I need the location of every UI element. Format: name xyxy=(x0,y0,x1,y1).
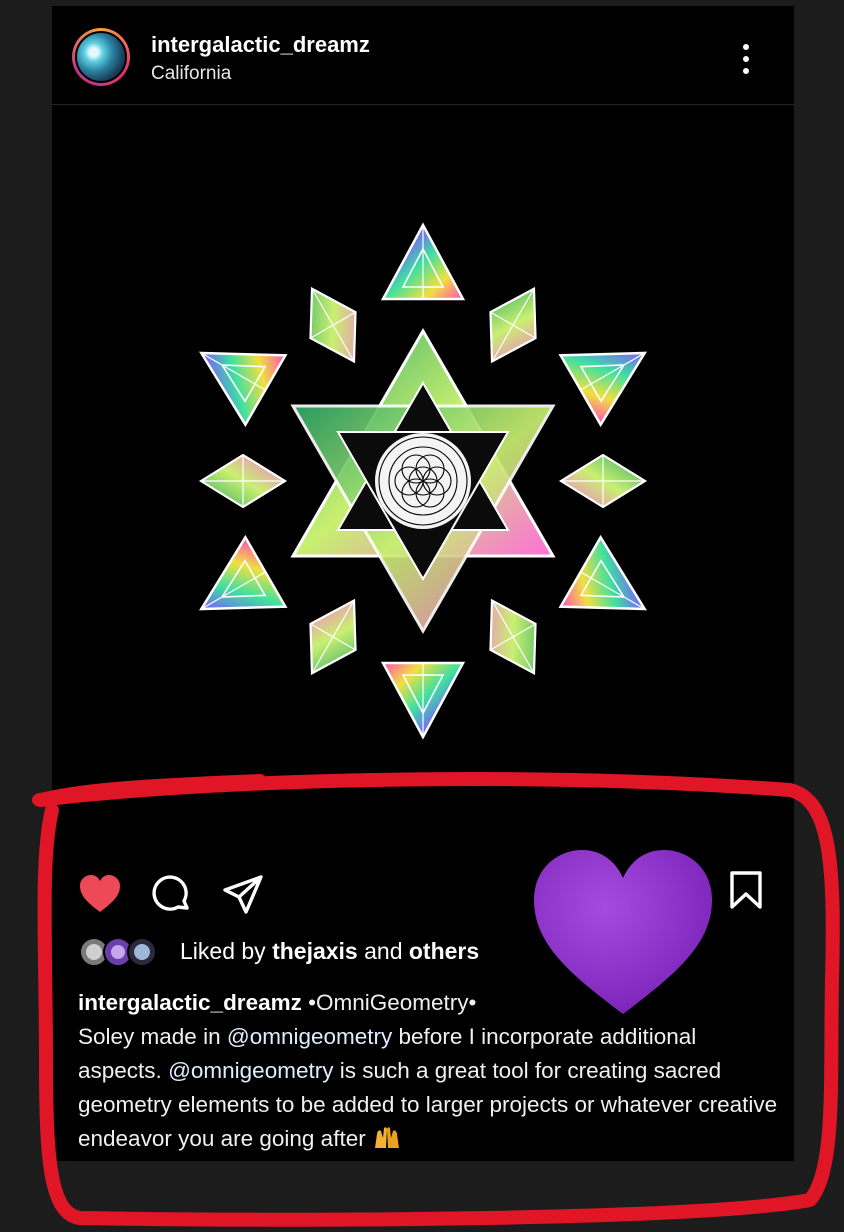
caption-tag: •OmniGeometry• xyxy=(308,990,477,1015)
comment-icon[interactable] xyxy=(152,875,192,915)
caption-mention-2[interactable]: @omnigeometry xyxy=(168,1058,333,1083)
caption-username[interactable]: intergalactic_dreamz xyxy=(78,990,302,1015)
caption-mention-1[interactable]: @omnigeometry xyxy=(227,1024,392,1049)
heart-icon[interactable] xyxy=(78,874,122,914)
purple-heart-sticker xyxy=(534,850,712,1014)
bookmark-icon[interactable] xyxy=(728,870,764,910)
more-options-icon[interactable] xyxy=(736,42,756,76)
raising-hands-emoji xyxy=(374,1127,399,1148)
liked-by-avatars xyxy=(79,937,157,967)
post-image[interactable] xyxy=(52,105,794,805)
liked-by-text: Liked by thejaxis and others xyxy=(180,938,479,965)
share-icon[interactable] xyxy=(222,874,264,916)
liked-by-user[interactable]: thejaxis xyxy=(272,938,358,964)
liked-by-prefix: Liked by xyxy=(180,938,266,964)
post-location[interactable]: California xyxy=(151,63,231,85)
liked-by-others[interactable]: others xyxy=(409,938,479,964)
caption-part-1: Soley made in xyxy=(78,1024,221,1049)
avatar[interactable] xyxy=(72,28,130,86)
post-header: intergalactic_dreamz California xyxy=(52,6,794,105)
post-username[interactable]: intergalactic_dreamz xyxy=(151,32,370,58)
avatar-image xyxy=(75,31,127,83)
liked-by-and: and xyxy=(364,938,403,964)
